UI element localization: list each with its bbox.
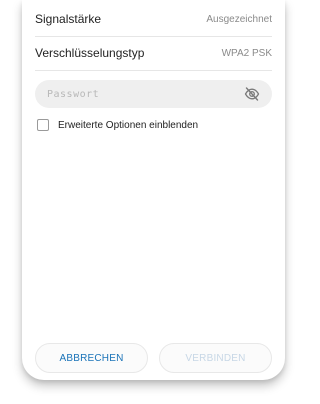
encryption-type-row: Verschlüsselungstyp WPA2 PSK [35,36,272,71]
signal-strength-row: Signalstärke Ausgezeichnet [35,2,272,37]
encryption-type-label: Verschlüsselungstyp [35,46,145,60]
wifi-connect-dialog: Signalstärke Ausgezeichnet Verschlüsselu… [22,0,285,380]
advanced-options-checkbox[interactable] [37,119,49,131]
eye-off-icon[interactable] [244,87,260,101]
signal-strength-value: Ausgezeichnet [206,13,272,25]
password-input[interactable] [47,88,244,100]
advanced-options-toggle[interactable]: Erweiterte Optionen einblenden [37,119,198,131]
advanced-options-label: Erweiterte Optionen einblenden [58,119,199,131]
signal-strength-label: Signalstärke [35,12,102,26]
password-field[interactable] [35,80,272,108]
cancel-button[interactable]: ABBRECHEN [35,343,148,373]
encryption-type-value: WPA2 PSK [221,47,272,59]
connect-button[interactable]: VERBINDEN [159,343,272,373]
